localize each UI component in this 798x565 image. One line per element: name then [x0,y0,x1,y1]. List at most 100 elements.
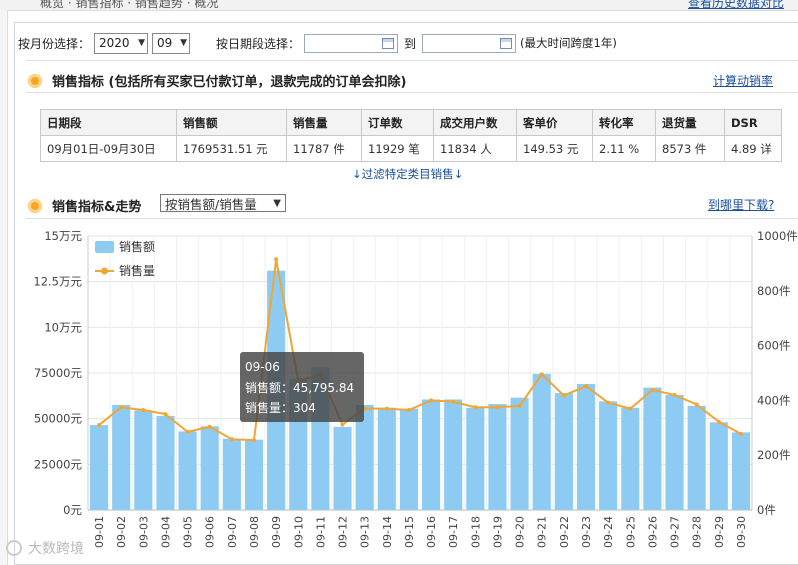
x-tick-label: 09-05 [182,516,195,548]
x-tick-label: 09-29 [713,516,726,548]
line-point-09-29 [716,419,721,424]
bar-09-23 [576,383,596,510]
legend-swatch-marker [101,267,108,275]
x-axis: 09-01 09-02 09-03 09-04 09-05 09-06 09-07 09-08… [93,516,748,548]
line-point-09-24 [606,400,611,405]
bar-09-07 [222,438,241,510]
bar-09-14 [377,407,396,510]
left-tick-label: 15万元 [44,229,82,243]
line-point-09-27 [672,392,677,397]
x-tick-label: 09-20 [514,516,527,548]
tooltip-label: 销售额： [245,380,294,395]
line-point-09-06 [207,424,212,429]
line-point-09-05 [185,429,190,434]
legend-swatch-bar [95,241,114,253]
line-point-09-21 [539,372,544,377]
right-tick-label: 1000件 [757,229,798,243]
left-tick-label: 10万元 [44,320,82,334]
chart-legend[interactable]: 销售额 销售量 [95,239,155,278]
bar-09-16 [421,399,441,510]
line-point-09-23 [584,384,588,389]
line-point-09-18 [473,405,478,410]
left-tick-label: 75000元 [34,366,83,380]
line-point-09-14 [384,406,389,411]
x-tick-label: 09-16 [425,516,438,548]
watermark-text: 大数跨境 [28,541,84,557]
line-point-09-15 [406,407,411,412]
left-tick-label: 0元 [63,503,82,517]
bar-09-03 [134,410,153,510]
bar-09-18 [466,407,485,510]
x-tick-label: 09-03 [137,516,150,548]
line-point-09-28 [694,402,699,407]
legend-label-sales-volume: 销售量 [119,263,155,278]
x-tick-label: 09-19 [491,516,504,548]
x-tick-label: 09-12 [337,516,350,548]
x-tick-label: 09-25 [624,516,637,548]
x-tick-label: 09-09 [270,516,283,548]
left-tick-label: 50000元 [34,412,83,426]
bar-09-15 [399,408,419,510]
bar-09-27 [665,394,684,510]
tooltip-label: 销售量： [245,401,294,415]
x-tick-label: 09-30 [735,516,748,548]
watermark: 大数跨境 [6,538,84,558]
line-point-09-12 [340,422,345,427]
right-tick-label: 400件 [757,393,790,407]
x-tick-label: 09-24 [602,516,615,548]
watermark-logo-icon [6,540,22,556]
bar-09-02 [112,404,131,510]
x-tick-label: 09-13 [359,516,372,548]
bar-09-05 [178,431,197,510]
sales-trend-chart: 0元 25000元 50000元 75000元 10万元 12.5万元 15万元 0件 200… [33,229,798,548]
x-tick-label: 09-27 [669,516,682,548]
line-point-09-04 [163,412,168,417]
tooltip-value: 304 [293,401,316,415]
line-point-09-19 [495,405,500,410]
x-tick-label: 09-26 [646,516,659,548]
line-point-09-03 [141,407,146,412]
chart-tooltip: 09-06 销售额：45,795.84 销售量：304 [240,352,364,422]
x-tick-label: 09-15 [403,516,416,548]
tooltip-value: 45,795.84 [293,380,355,395]
line-point-09-01 [97,423,102,428]
x-tick-label: 09-23 [580,516,593,548]
line-point-09-22 [561,393,566,398]
x-tick-label: 09-02 [115,516,128,548]
line-point-09-02 [119,405,124,410]
bar-09-01 [89,425,109,510]
bar-09-20 [510,397,529,510]
line-point-09-25 [628,406,633,411]
x-tick-label: 09-04 [159,516,172,548]
bar-09-08 [244,439,264,510]
x-tick-label: 09-28 [691,516,704,548]
right-tick-label: 0件 [757,503,776,517]
x-tick-label: 09-11 [314,516,327,548]
legend-label-sales-amount: 销售额 [119,239,155,254]
bar-09-17 [444,399,463,510]
x-tick-label: 09-08 [248,516,261,548]
right-axis: 0件 200件 400件 600件 800件 1000件 [757,229,798,517]
line-point-09-07 [229,437,234,442]
bar-09-04 [156,415,175,510]
bar-09-26 [643,387,662,510]
bar-09-22 [554,393,573,510]
left-axis: 0元 25000元 50000元 75000元 10万元 12.5万元 15万元 [33,229,82,517]
x-tick-label: 09-06 [204,516,217,548]
bar-09-06 [200,426,219,510]
line-point-09-20 [517,403,522,408]
tooltip-line-2: 销售量：304 [245,398,359,419]
bar-09-12 [333,426,352,510]
line-point-09-26 [650,387,655,392]
x-tick-label: 09-07 [226,516,239,548]
tooltip-line-1: 销售额：45,795.84 [245,378,359,399]
bar-09-28 [687,405,706,510]
bar-09-25 [621,407,640,510]
line-point-09-16 [429,398,434,403]
line-point-09-09 [274,257,279,262]
bar-09-24 [599,401,618,510]
tooltip-date: 09-06 [245,360,280,374]
x-tick-label: 09-10 [292,516,305,548]
x-tick-label: 09-18 [469,516,482,548]
bar-09-21 [532,373,551,510]
